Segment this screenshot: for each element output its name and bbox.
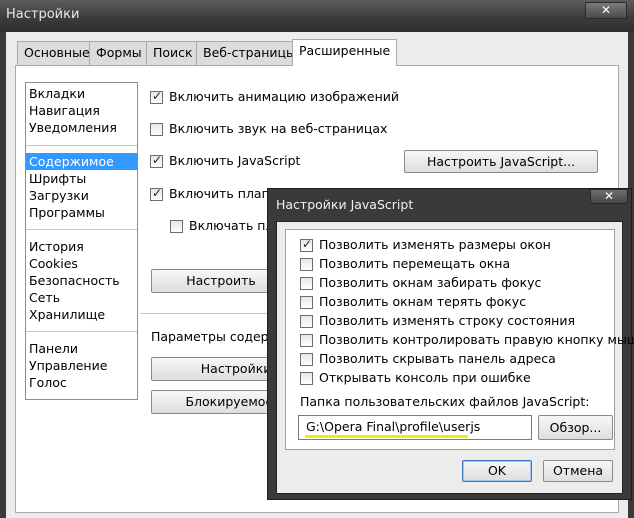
option-label: Позволить перемещать окна [319,256,511,271]
plugins-sub-checkbox[interactable] [170,220,183,233]
animate-images-label: Включить анимацию изображений [169,89,400,104]
tab-basic[interactable]: Основные [17,41,97,65]
window-title: Настройки [6,7,80,22]
sidebar-item-notifications[interactable]: Уведомления [29,119,136,136]
move-windows-checkbox[interactable] [300,258,313,271]
sidebar-item-voice[interactable]: Голос [29,374,136,391]
tab-advanced[interactable]: Расширенные [292,39,398,66]
sidebar-item-history[interactable]: История [29,238,136,255]
sidebar-item-network[interactable]: Сеть [29,289,136,306]
sidebar-separator [26,229,137,230]
close-icon: ✕ [603,189,615,203]
userjs-folder-value: G:\Opera Final\profile\userjs [306,419,481,434]
javascript-checkbox[interactable] [150,153,163,168]
web-sounds-checkbox[interactable] [150,123,163,136]
window-close-button[interactable]: ✕ [585,2,627,19]
web-sounds-label: Включить звук на веб-страницах [169,121,388,136]
sidebar-item-downloads[interactable]: Загрузки [29,187,136,204]
resize-windows-checkbox[interactable] [300,237,313,252]
browse-button[interactable]: Обзор... [538,415,613,440]
right-click-checkbox[interactable] [300,334,313,347]
javascript-label: Включить JavaScript [169,153,301,168]
hide-address-bar-checkbox[interactable] [300,353,313,366]
open-console-checkbox[interactable] [300,372,313,385]
sidebar-separator [26,145,137,146]
content-params-label: Параметры содерж [151,329,280,344]
sidebar-item-content[interactable]: Содержимое [26,153,137,170]
dialog-body: Позволить изменять размеры окон Позволит… [276,221,634,494]
sidebar-item-tabs[interactable]: Вкладки [29,85,136,102]
tab-web-pages[interactable]: Веб-страницы [196,41,303,65]
sidebar-item-fonts[interactable]: Шрифты [29,170,136,187]
option-label: Позволить скрывать панель адреса [319,351,556,366]
close-icon: ✕ [600,3,612,17]
plugins-checkbox[interactable] [150,186,163,201]
configure-javascript-button[interactable]: Настроить JavaScript... [404,150,598,173]
option-label: Позволить изменять размеры окон [319,237,551,252]
sidebar-item-storage[interactable]: Хранилище [29,306,136,323]
sidebar-item-cookies[interactable]: Cookies [29,255,136,272]
userjs-folder-label: Папка пользовательских файлов JavaScript… [300,394,590,409]
highlight-underline [305,435,468,438]
sidebar-item-programs[interactable]: Программы [29,204,136,221]
sidebar-item-navigation[interactable]: Навигация [29,102,136,119]
sidebar-item-security[interactable]: Безопасность [29,272,136,289]
sidebar-list: Вкладки Навигация Уведомления Содержимое… [25,82,138,400]
raise-focus-checkbox[interactable] [300,277,313,290]
window-titlebar [0,0,634,32]
sidebar-separator [26,331,137,332]
option-label: Позволить контролировать правую кнопку м… [319,332,634,347]
content-separator [140,313,270,314]
option-label: Открывать консоль при ошибке [319,370,531,385]
tab-forms[interactable]: Формы [89,41,149,65]
dialog-close-button[interactable]: ✕ [590,189,628,204]
cancel-button[interactable]: Отмена [543,460,613,482]
ok-button[interactable]: OK [462,460,532,482]
lower-focus-checkbox[interactable] [300,296,313,309]
sidebar-item-management[interactable]: Управление [29,357,136,374]
tab-search[interactable]: Поиск [146,41,200,65]
javascript-settings-dialog: Настройки JavaScript ✕ Позволить изменят… [267,188,634,500]
status-bar-checkbox[interactable] [300,315,313,328]
sidebar-item-toolbars[interactable]: Панели [29,340,136,357]
option-label: Позволить окнам забирать фокус [319,275,542,290]
option-label: Позволить изменять строку состояния [319,313,575,328]
option-label: Позволить окнам терять фокус [319,294,527,309]
animate-images-checkbox[interactable] [150,89,163,104]
dialog-title: Настройки JavaScript [276,197,414,212]
